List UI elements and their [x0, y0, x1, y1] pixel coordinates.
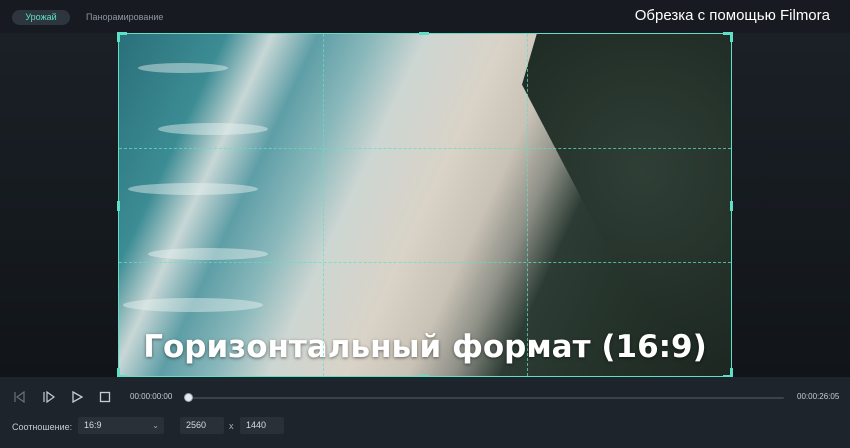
current-time: 00:00:00:00	[130, 392, 173, 401]
dimension-separator: x	[229, 421, 234, 431]
crop-grid-line	[323, 34, 324, 376]
crop-handle-right[interactable]	[730, 201, 733, 211]
next-frame-icon[interactable]	[42, 390, 56, 404]
height-field[interactable]: 1440	[240, 417, 284, 434]
total-time: 00:00:26:05	[797, 392, 840, 401]
prev-frame-icon[interactable]	[12, 390, 26, 404]
player-controls: 00:00:00:00 00:00:26:05 Соотношение: 16:…	[0, 377, 850, 448]
crop-handle-top-left[interactable]	[117, 32, 120, 42]
crop-grid-line	[527, 34, 528, 376]
ratio-label: Соотношение:	[12, 422, 73, 432]
stop-icon[interactable]	[98, 390, 112, 404]
ratio-select[interactable]: 16:9 ⌄	[78, 417, 164, 434]
preview-stage: Горизонтальный формат (16:9)	[0, 32, 850, 378]
crop-grid-line	[119, 262, 731, 263]
timeline-thumb[interactable]	[184, 393, 193, 402]
tab-crop[interactable]: Урожай	[12, 10, 70, 25]
chevron-down-icon: ⌄	[152, 421, 159, 430]
crop-handle-top[interactable]	[419, 32, 429, 35]
crop-frame[interactable]	[117, 32, 733, 378]
page-title: Обрезка с помощью Filmora	[634, 7, 830, 24]
timeline-track[interactable]	[188, 397, 784, 399]
crop-handle-top-right[interactable]	[730, 32, 733, 42]
top-bar: Урожай Панорамирование Обрезка с помощью…	[0, 0, 850, 33]
tab-pan[interactable]: Панорамирование	[86, 10, 163, 25]
crop-handle-left[interactable]	[117, 201, 120, 211]
play-icon[interactable]	[70, 390, 84, 404]
ratio-value: 16:9	[84, 420, 102, 430]
crop-grid-line	[119, 148, 731, 149]
width-field[interactable]: 2560	[180, 417, 224, 434]
